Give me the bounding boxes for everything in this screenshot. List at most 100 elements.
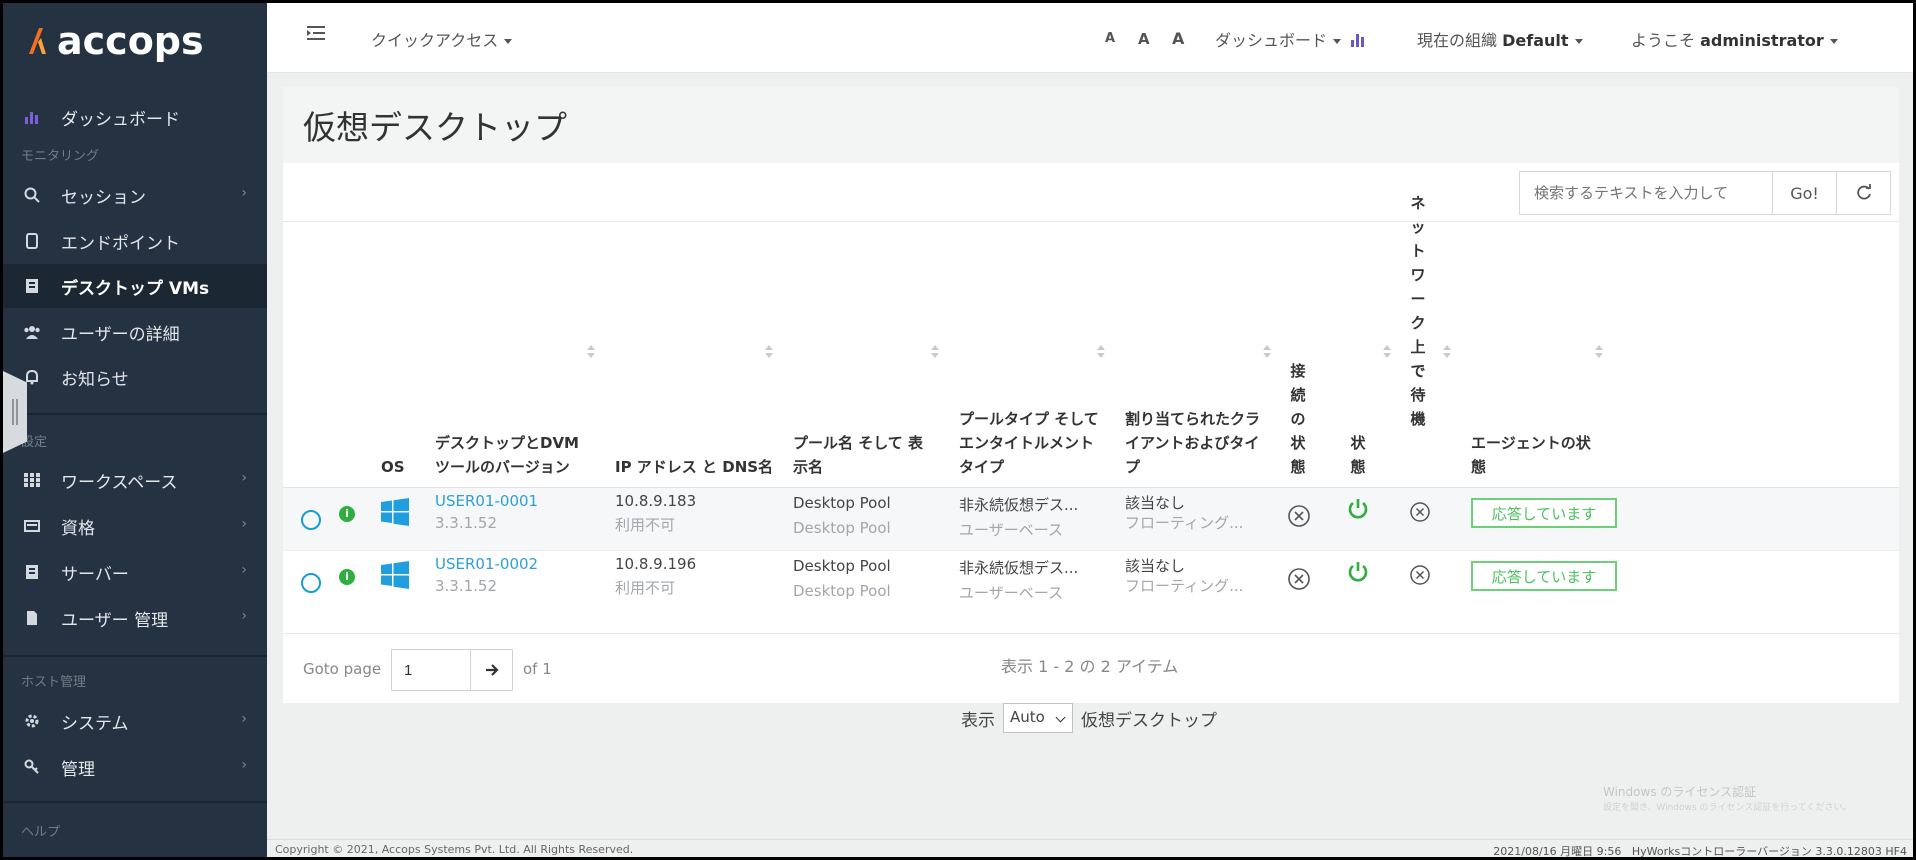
desktop-name-link[interactable]: USER01-0002 (435, 555, 538, 573)
font-size-small-button[interactable]: A (1105, 31, 1115, 46)
column-header-pool-type[interactable]: プールタイプ そして エンタイトルメント タイプ (959, 407, 1099, 479)
column-header-pool-line1: プール名 そして 表 (793, 434, 923, 452)
table-row[interactable]: i USER01-0002 3.3.1.52 10.8.9.196 利用不可 D… (283, 550, 1899, 612)
dashboard-label: ダッシュボード (1215, 31, 1328, 50)
caret-down-icon (504, 39, 513, 44)
sort-icon[interactable] (1097, 345, 1105, 359)
sidebar-item-endpoints[interactable]: エンドポイント (3, 219, 267, 263)
sidebar-item-label: ワークスペース (61, 472, 178, 493)
app-window: accops ダッシュボード モニタリング セッション › エンドポイント デス… (3, 3, 1913, 857)
org-label: 現在の組織 (1417, 31, 1498, 50)
caret-down-icon (1333, 39, 1342, 44)
goto-page-input[interactable] (391, 649, 471, 691)
organization-dropdown[interactable]: 現在の組織 Default (1417, 27, 1583, 51)
client-type: フローティング... (1125, 577, 1244, 595)
items-count-label: 表示 1 - 2 の 2 アイテム (1001, 657, 1179, 676)
column-header-agent-line1: エージェントの状 (1471, 434, 1591, 452)
sidebar-item-servers[interactable]: サーバー › (3, 550, 267, 594)
page-header: 仮想デスクトップ (283, 87, 1899, 163)
caret-down-icon (1574, 39, 1583, 44)
menu-toggle-icon[interactable] (307, 25, 327, 45)
not-waiting-icon (1410, 502, 1430, 522)
sidebar-item-sessions[interactable]: セッション › (3, 173, 267, 217)
divider (283, 633, 1899, 634)
column-header-connection[interactable]: 接続の状態 (1289, 359, 1307, 479)
sidebar-item-system[interactable]: システム › (3, 699, 267, 743)
sidebar-item-workspace[interactable]: ワークスペース › (3, 458, 267, 502)
pool-name: Desktop Pool (793, 557, 891, 575)
sidebar-divider (3, 655, 267, 657)
page-size-control: 表示 Auto 仮想デスクトップ (961, 703, 1217, 733)
search-icon (21, 184, 43, 206)
assigned-client: 該当なし (1125, 557, 1186, 575)
dvm-version: 3.3.1.52 (435, 514, 498, 532)
user-dropdown[interactable]: ようこそ administrator (1631, 27, 1838, 51)
row-select-radio[interactable] (301, 510, 321, 530)
go-button[interactable]: Go! (1773, 171, 1837, 215)
sort-icon[interactable] (1383, 345, 1391, 359)
sidebar-item-dashboard[interactable]: ダッシュボード (3, 95, 267, 139)
search-input[interactable] (1519, 171, 1773, 215)
disconnected-icon (1288, 505, 1310, 527)
section-help: ヘルプ (21, 825, 61, 840)
quick-access-label: クイックアクセス (371, 31, 499, 50)
sort-icon[interactable] (931, 345, 939, 359)
sidebar-item-label: ユーザー 管理 (61, 610, 169, 631)
column-header-desktop-line2: ツールのバージョン (435, 458, 570, 476)
sort-icon[interactable] (1595, 345, 1603, 359)
grid-icon (21, 469, 43, 491)
dashboard-dropdown[interactable]: ダッシュボード (1215, 27, 1366, 51)
column-header-ip[interactable]: IP アドレス と DNS名 (615, 455, 773, 479)
column-header-pool[interactable]: プール名 そして 表 示名 (793, 431, 923, 479)
column-header-agent[interactable]: エージェントの状 態 (1471, 431, 1591, 479)
info-icon[interactable]: i (339, 569, 355, 585)
sidebar-divider (3, 801, 267, 803)
sidebar-item-desktop-vms[interactable]: デスクトップ VMs (3, 264, 267, 308)
sidebar-item-label: エンドポイント (61, 233, 180, 254)
desktop-table-panel: Go! OS デスクトップとDVM ツールのバージョン IP アドレス と DN… (283, 163, 1899, 703)
row-select-radio[interactable] (301, 573, 321, 593)
section-host: ホスト管理 (21, 675, 87, 690)
dns-name: 利用不可 (615, 579, 676, 597)
column-header-desktop-line1: デスクトップとDVM (435, 434, 579, 452)
sort-icon[interactable] (765, 345, 773, 359)
font-size-large-button[interactable]: A (1172, 29, 1184, 48)
sort-icon[interactable] (587, 345, 595, 359)
users-icon (21, 321, 43, 343)
sidebar-item-notifications[interactable]: お知らせ (3, 355, 267, 399)
windows-icon (381, 561, 409, 589)
sidebar-item-admin[interactable]: 管理 › (3, 745, 267, 789)
column-header-network-wait[interactable]: ネットワーク上で待機 (1409, 191, 1427, 431)
sort-icon[interactable] (1263, 345, 1271, 359)
info-icon[interactable]: i (339, 506, 355, 522)
device-icon (21, 230, 43, 252)
table-row[interactable]: i USER01-0001 3.3.1.52 10.8.9.183 利用不可 D… (283, 488, 1899, 550)
logo[interactable]: accops (3, 3, 267, 79)
goto-page-button[interactable] (471, 649, 513, 691)
pool-name: Desktop Pool (793, 494, 891, 512)
copyright-text: Copyright © 2021, Accops Systems Pvt. Lt… (275, 843, 634, 856)
pool-display-name: Desktop Pool (793, 582, 891, 600)
column-header-client-line2: イアントおよびタイ (1125, 434, 1260, 452)
column-header-os[interactable]: OS (381, 455, 405, 479)
font-size-medium-button[interactable]: A (1138, 30, 1150, 48)
desktop-name-link[interactable]: USER01-0001 (435, 492, 538, 510)
power-on-icon (1348, 499, 1368, 519)
quick-access-dropdown[interactable]: クイックアクセス (371, 27, 513, 51)
sort-icon[interactable] (1443, 345, 1451, 359)
sidebar-item-user-management[interactable]: ユーザー 管理 › (3, 596, 267, 640)
sidebar-item-user-details[interactable]: ユーザーの詳細 (3, 310, 267, 354)
top-bar: クイックアクセス A A A ダッシュボード 現在の組織 Default ようこ… (267, 3, 1913, 73)
refresh-icon (1856, 184, 1871, 200)
page-size-select[interactable]: Auto (1003, 703, 1073, 733)
column-header-client[interactable]: 割り当てられたクラ イアントおよびタイ プ (1125, 407, 1260, 479)
column-header-desktop[interactable]: デスクトップとDVM ツールのバージョン (435, 431, 579, 479)
sidebar-collapse-handle[interactable] (3, 371, 27, 453)
sidebar-item-label: お知らせ (61, 369, 129, 390)
refresh-button[interactable] (1837, 171, 1891, 215)
agent-status-badge: 応答しています (1471, 498, 1617, 528)
sidebar-item-credentials[interactable]: 資格 › (3, 504, 267, 548)
column-header-state[interactable]: 状態 (1349, 431, 1367, 479)
section-monitoring: モニタリング (21, 149, 100, 164)
sidebar-item-label: 管理 (61, 759, 95, 780)
